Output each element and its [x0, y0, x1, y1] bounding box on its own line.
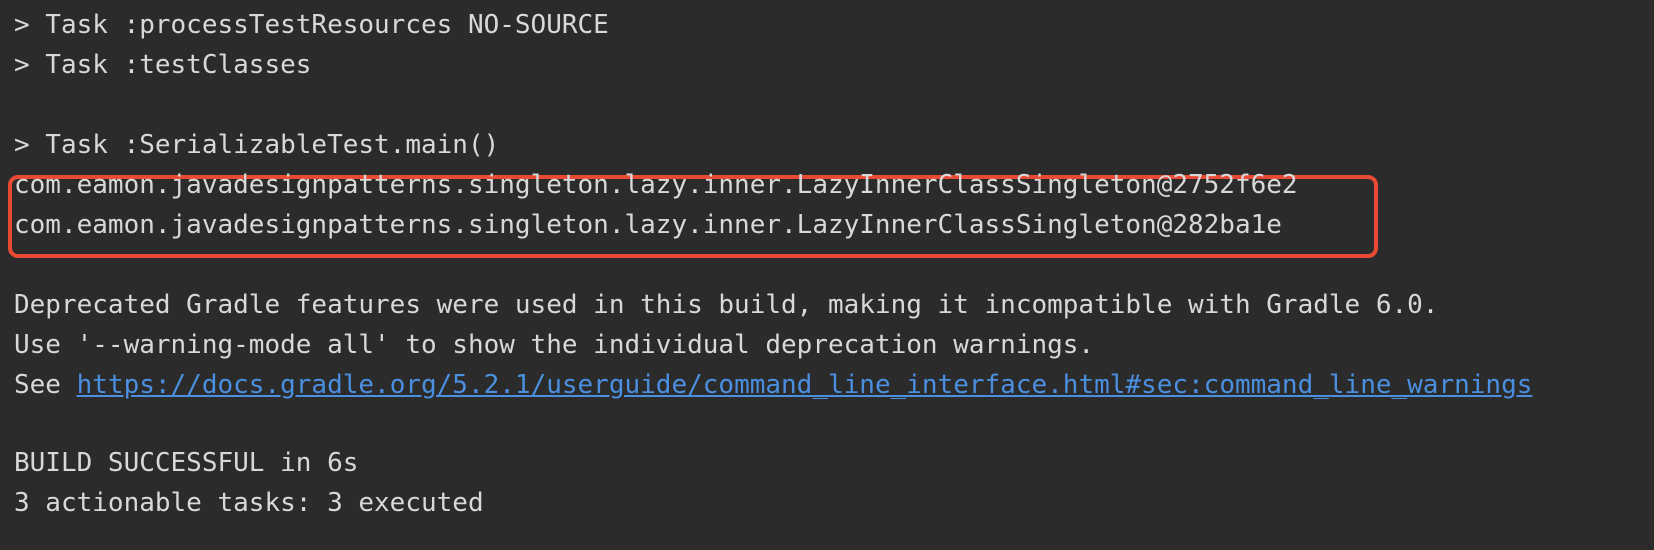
see-prefix: See: [14, 370, 77, 400]
deprecation-warning-line: Deprecated Gradle features were used in …: [14, 290, 1439, 320]
task-serializable-test-line: > Task :SerializableTest.main(): [14, 130, 500, 160]
task-process-test-resources-line: > Task :processTestResources NO-SOURCE: [14, 10, 609, 40]
console-output: > Task :processTestResources NO-SOURCE >…: [0, 0, 1654, 550]
task-test-classes-line: > Task :testClasses: [14, 50, 312, 80]
build-status-line: BUILD SUCCESSFUL in 6s: [14, 448, 359, 478]
singleton-output-line-1: com.eamon.javadesignpatterns.singleton.l…: [14, 170, 1298, 200]
see-docs-line: See https://docs.gradle.org/5.2.1/usergu…: [14, 365, 1532, 405]
singleton-output-line-2: com.eamon.javadesignpatterns.singleton.l…: [14, 210, 1282, 240]
docs-link[interactable]: https://docs.gradle.org/5.2.1/userguide/…: [77, 370, 1533, 400]
actionable-tasks-line: 3 actionable tasks: 3 executed: [14, 488, 484, 518]
warning-mode-hint-line: Use '--warning-mode all' to show the ind…: [14, 330, 1095, 360]
